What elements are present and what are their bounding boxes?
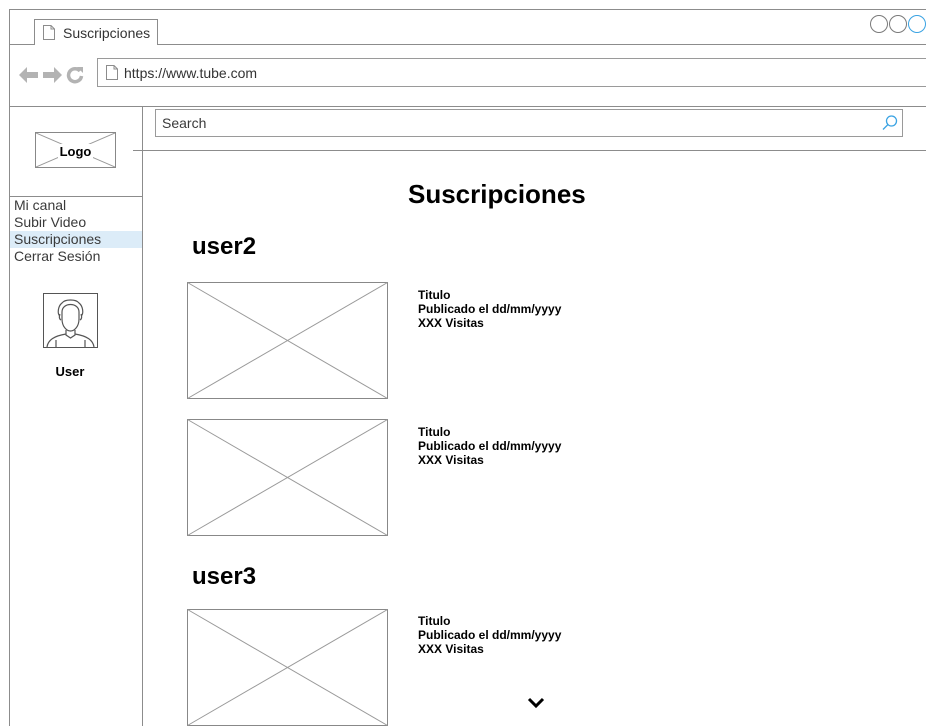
reload-button[interactable]	[64, 65, 85, 85]
video-info: Titulo Publicado el dd/mm/yyyy XXX Visit…	[418, 614, 561, 656]
video-thumbnail[interactable]	[187, 609, 388, 726]
back-button[interactable]	[18, 65, 39, 85]
video-views: XXX Visitas	[418, 453, 484, 467]
browser-tab[interactable]: Suscripciones	[34, 19, 159, 46]
sidebar-item-mi-canal[interactable]: Mi canal	[10, 197, 142, 214]
search-icon[interactable]	[881, 114, 899, 132]
video-title[interactable]: Titulo	[418, 614, 561, 628]
video-published: Publicado el dd/mm/yyyy	[418, 302, 562, 316]
subscription-user-heading[interactable]: user3	[192, 563, 256, 591]
page-title: Suscripciones	[408, 179, 586, 209]
maximize-button[interactable]	[889, 15, 907, 33]
logo-text: Logo	[57, 144, 94, 159]
url-bar[interactable]: https://www.tube.com	[97, 58, 926, 87]
subscription-user-heading[interactable]: user2	[192, 233, 256, 261]
search-input[interactable]: Search	[155, 109, 903, 137]
reload-icon	[66, 66, 83, 84]
tab-bar: Suscripciones	[10, 10, 926, 46]
video-title[interactable]: Titulo	[418, 288, 561, 302]
page-icon	[106, 65, 118, 80]
avatar[interactable]	[43, 293, 98, 348]
video-published: Publicado el dd/mm/yyyy	[418, 439, 562, 453]
search-area: Search	[133, 97, 926, 151]
video-published: Publicado el dd/mm/yyyy	[418, 628, 562, 642]
minimize-button[interactable]	[870, 15, 888, 33]
video-thumbnail[interactable]	[187, 282, 388, 399]
user-icon	[46, 299, 95, 348]
forward-arrow-icon	[42, 67, 62, 83]
logo[interactable]: Logo	[35, 132, 116, 168]
sidebar-item-suscripciones[interactable]: Suscripciones	[10, 231, 142, 248]
sidebar-item-subir-video[interactable]: Subir Video	[10, 214, 142, 231]
url-text: https://www.tube.com	[124, 64, 258, 81]
sidebar-item-cerrar-sesion[interactable]: Cerrar Sesión	[10, 248, 142, 265]
video-info: Titulo Publicado el dd/mm/yyyy XXX Visit…	[418, 425, 561, 467]
page-icon	[43, 25, 55, 40]
window-controls	[870, 15, 926, 33]
close-button[interactable]	[908, 15, 926, 33]
tab-title: Suscripciones	[63, 24, 151, 41]
user-name: User	[55, 364, 85, 379]
nav-buttons	[18, 65, 85, 85]
search-placeholder: Search	[162, 115, 207, 131]
back-arrow-icon	[18, 67, 38, 83]
chevron-down-icon[interactable]	[526, 696, 546, 710]
sidebar-menu: Mi canal Subir Video Suscripciones Cerra…	[10, 197, 142, 265]
video-info: Titulo Publicado el dd/mm/yyyy XXX Visit…	[418, 288, 561, 330]
video-views: XXX Visitas	[418, 642, 484, 656]
forward-button[interactable]	[41, 65, 62, 85]
video-title[interactable]: Titulo	[418, 425, 561, 439]
sidebar: Logo Mi canal Subir Video Suscripciones …	[10, 107, 143, 726]
video-views: XXX Visitas	[418, 316, 484, 330]
video-thumbnail[interactable]	[187, 419, 388, 536]
